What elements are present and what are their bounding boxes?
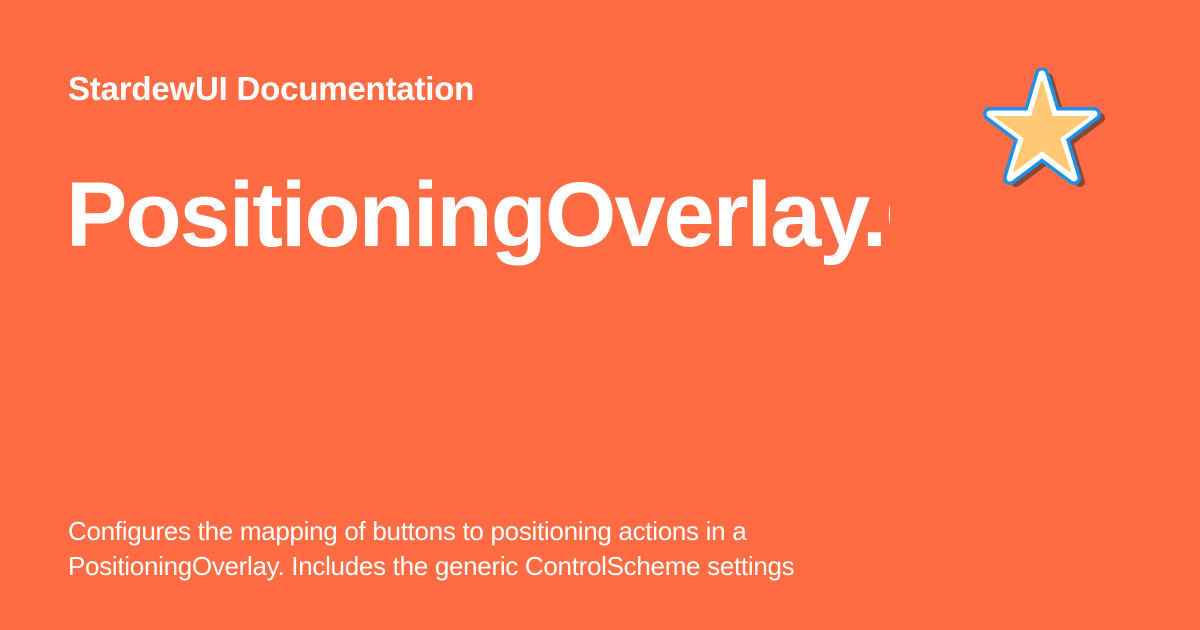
page-title-container: PositioningOverlay.ControlScheme <box>66 160 890 270</box>
star-icon <box>983 68 1105 187</box>
page-description: Configures the mapping of buttons to pos… <box>68 516 795 581</box>
site-name: StardewUI Documentation <box>68 70 475 107</box>
page-title: PositioningOverlay.ControlScheme <box>66 164 890 266</box>
social-card: StardewUI Documentation PositioningOverl… <box>0 0 1200 630</box>
